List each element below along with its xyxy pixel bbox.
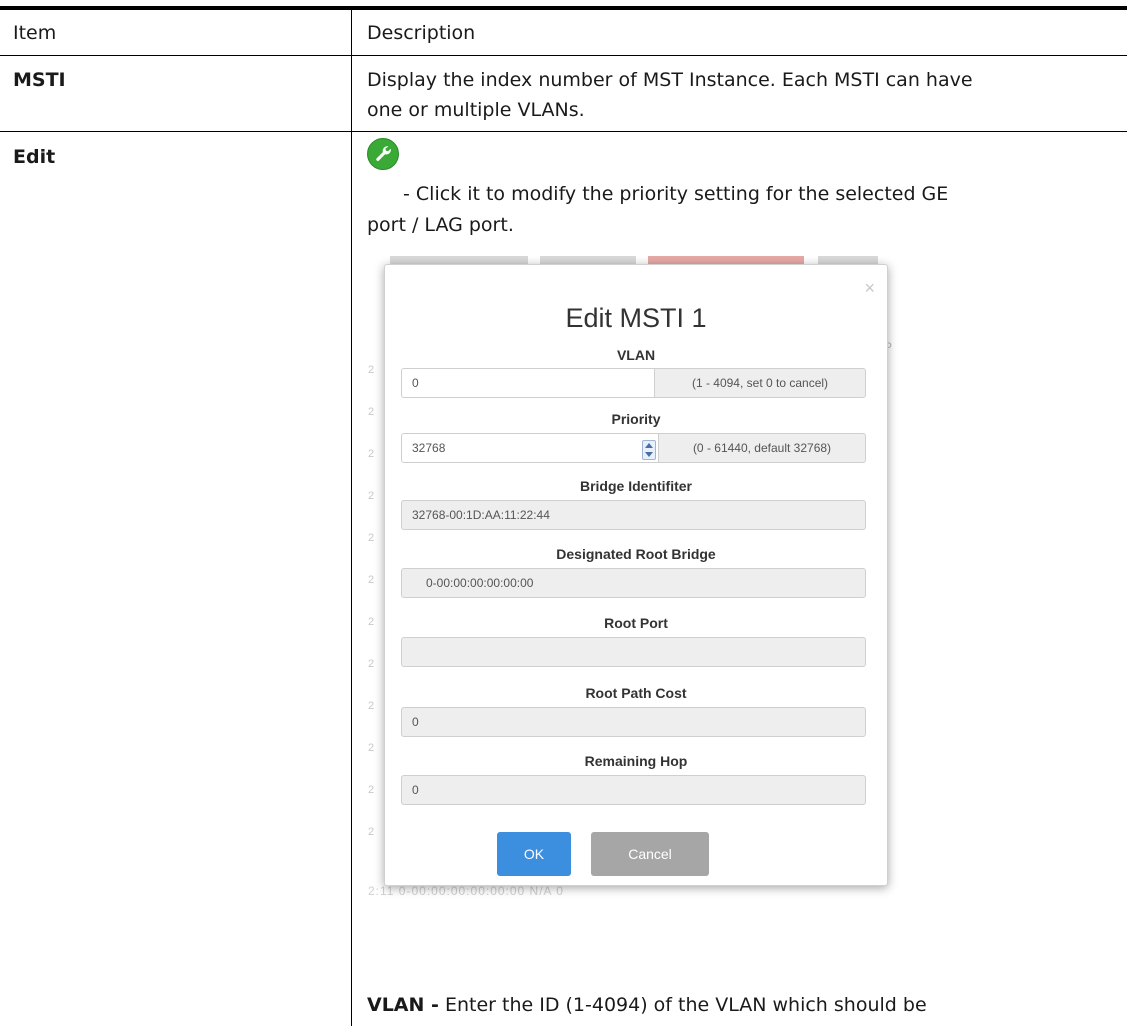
bg-row-index: 2 [368, 532, 375, 544]
priority-input[interactable]: 32768 [401, 433, 659, 463]
bg-row-index: 2 [368, 658, 375, 670]
spinner-down-icon[interactable] [645, 452, 653, 457]
bg-row-index: 2 [368, 700, 375, 712]
header-description: Description [367, 22, 476, 44]
priority-spinner[interactable] [642, 440, 656, 460]
edit-msti-dialog: × Edit MSTI 1 VLAN 0 (1 - 4094, set 0 to… [384, 264, 888, 886]
wrench-icon [367, 138, 399, 170]
close-icon[interactable]: × [864, 279, 875, 297]
vlan-label: VLAN [616, 347, 656, 363]
root-port-field [401, 637, 866, 667]
root-path-cost-label: Root Path Cost [585, 685, 687, 701]
cancel-button[interactable]: Cancel [591, 832, 709, 876]
root-port-label: Root Port [604, 615, 668, 631]
priority-label: Priority [611, 411, 661, 427]
designated-root-bridge-label: Designated Root Bridge [556, 546, 716, 562]
vlan-range-hint: (1 - 4094, set 0 to cancel) [654, 368, 866, 398]
row-msti-desc-line2: one or multiple VLANs. [367, 99, 585, 121]
dialog-title: Edit MSTI 1 [565, 303, 707, 333]
priority-value: 32768 [412, 441, 446, 455]
bg-row-index: 2 [368, 784, 375, 796]
bg-row-index: 2 [368, 616, 375, 628]
bridge-identifier-label: Bridge Identifiter [579, 478, 692, 494]
bg-row-index: 2 [368, 574, 375, 586]
bg-row-index: 2 [368, 490, 375, 502]
row-edit-desc-line1: - Click it to modify the priority settin… [403, 183, 949, 205]
edit-msti-screenshot: P 2 2 2 2 2 2 2 2 2 2 2 2 2:11 0-00:00:0… [352, 256, 914, 906]
remaining-hop-field: 0 [401, 775, 866, 805]
bg-row-index: 2 [368, 406, 375, 418]
row-msti-item: MSTI [13, 69, 66, 91]
bridge-identifier-field: 32768-00:1D:AA:11:22:44 [401, 500, 866, 530]
bg-row-index: 2 [368, 826, 375, 838]
row-msti-desc-line1: Display the index number of MST Instance… [367, 69, 973, 91]
header-divider [0, 55, 1127, 56]
footer-vlan-label: VLAN - [367, 994, 439, 1016]
remaining-hop-label: Remaining Hop [584, 753, 688, 769]
designated-root-bridge-field: 0-00:00:00:00:00:00 [401, 568, 866, 598]
spinner-up-icon[interactable] [645, 443, 653, 448]
bg-row-index: 2 [368, 364, 375, 376]
footer-vlan-text: Enter the ID (1-4094) of the VLAN which … [444, 994, 927, 1016]
root-path-cost-field: 0 [401, 707, 866, 737]
priority-range-hint: (0 - 61440, default 32768) [658, 433, 866, 463]
row-edit-desc-line2: port / LAG port. [367, 214, 514, 236]
vlan-input[interactable]: 0 [401, 368, 655, 398]
row-divider [0, 131, 1127, 132]
table-top-rule [0, 6, 1127, 10]
ok-button[interactable]: OK [497, 832, 571, 876]
bg-row-index: 2 [368, 742, 375, 754]
bg-row-index: 2 [368, 448, 375, 460]
row-edit-item: Edit [13, 146, 56, 168]
header-item: Item [13, 22, 57, 44]
bg-bottom-row: 2:11 0-00:00:00:00:00:00 N/A 0 [368, 884, 564, 898]
footer-note: VLAN - Enter the ID (1-4094) of the VLAN… [367, 990, 927, 1020]
